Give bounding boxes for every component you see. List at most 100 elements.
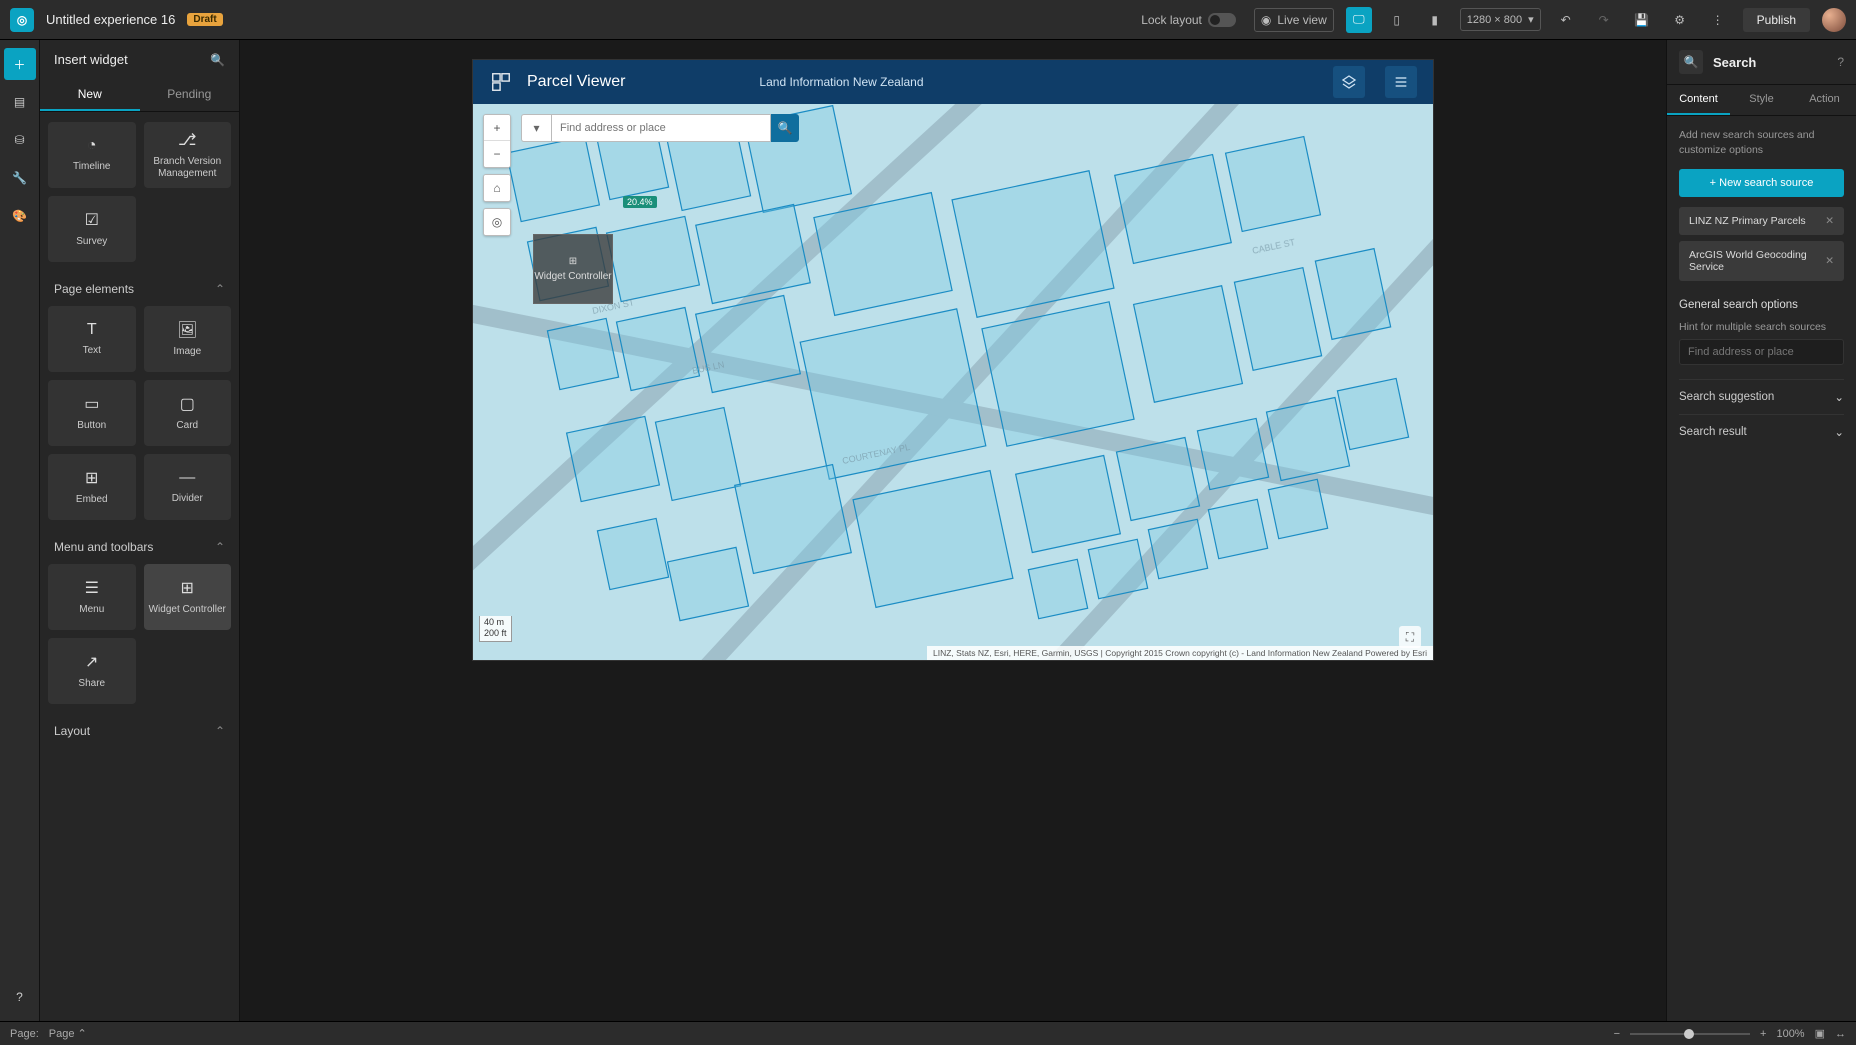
locate-button[interactable]: ◎ [484, 209, 510, 235]
utilities-rail-button[interactable]: 🔧 [4, 162, 36, 194]
widget-survey[interactable]: ☑ Survey [48, 196, 136, 262]
share-icon: ↗ [85, 652, 98, 672]
app-logo-icon[interactable]: ◎ [10, 8, 34, 32]
widget-text[interactable]: TText [48, 306, 136, 372]
live-view-label: Live view [1277, 13, 1326, 27]
section-menu-toolbars[interactable]: Menu and toolbars ⌃ [48, 534, 231, 564]
live-view-button[interactable]: ◉ Live view [1254, 8, 1334, 32]
widget-share[interactable]: ↗ Share [48, 638, 136, 704]
search-result-accordion[interactable]: Search result ⌄ [1679, 414, 1844, 449]
canvas-area[interactable]: Parcel Viewer Land Information New Zeala… [240, 40, 1666, 1021]
chevron-up-icon: ⌃ [215, 282, 225, 296]
search-submit-button[interactable]: 🔍 [771, 114, 799, 142]
undo-button[interactable]: ↶ [1553, 7, 1579, 33]
eye-icon: ◉ [1261, 13, 1271, 27]
user-avatar[interactable] [1822, 8, 1846, 32]
help-rail-button[interactable]: ? [4, 981, 36, 1013]
fullscreen-button[interactable]: ⛶ [1399, 626, 1421, 648]
app-subtitle: Land Information New Zealand [759, 75, 923, 89]
widget-widget-controller[interactable]: ⊞Widget Controller [144, 564, 232, 630]
widget-button[interactable]: ▭Button [48, 380, 136, 446]
widget-divider[interactable]: —Divider [144, 454, 232, 520]
lock-layout-toggle[interactable]: Lock layout [1135, 9, 1242, 31]
top-bar: ◎ Untitled experience 16 Draft Lock layo… [0, 0, 1856, 40]
scale-imperial: 200 ft [484, 628, 507, 640]
chevron-up-icon: ⌃ [215, 724, 225, 738]
insert-widget-rail-button[interactable]: ＋ [4, 48, 36, 80]
toggle-icon[interactable] [1208, 13, 1236, 27]
dragging-widget-preview[interactable]: ⊞ Widget Controller [533, 234, 613, 304]
zoom-out-icon[interactable]: − [1614, 1028, 1620, 1040]
widget-label: Button [77, 420, 106, 432]
map-search-input[interactable] [551, 114, 771, 142]
search-icon[interactable]: 🔍 [210, 53, 225, 67]
settings-icon[interactable]: ⚙ [1667, 7, 1693, 33]
tab-pending[interactable]: Pending [140, 79, 240, 111]
text-icon: T [87, 321, 97, 339]
widget-image[interactable]: 🖼Image [144, 306, 232, 372]
add-search-source-button[interactable]: New search source [1679, 169, 1844, 197]
section-layout[interactable]: Layout ⌃ [48, 718, 231, 748]
search-widget-icon: 🔍 [1679, 50, 1703, 74]
source-label: LINZ NZ Primary Parcels [1689, 215, 1806, 227]
zoom-slider[interactable] [1630, 1033, 1750, 1035]
publish-button[interactable]: Publish [1743, 8, 1810, 32]
timeline-icon: ◔ [87, 137, 97, 155]
zoom-in-icon[interactable]: + [1760, 1028, 1766, 1040]
page-indicator-label: Page: [10, 1028, 39, 1040]
widget-panel-title: Insert widget [54, 52, 128, 67]
hint-label: Hint for multiple search sources [1679, 321, 1844, 333]
menu-icon: ☰ [85, 578, 99, 598]
widget-label: Share [78, 678, 105, 690]
app-header: Parcel Viewer Land Information New Zeala… [473, 60, 1433, 104]
section-page-elements[interactable]: Page elements ⌃ [48, 276, 231, 306]
search-source-item[interactable]: ArcGIS World Geocoding Service ✕ [1679, 241, 1844, 281]
chevron-up-icon: ⌃ [215, 540, 225, 554]
search-source-item[interactable]: LINZ NZ Primary Parcels ✕ [1679, 207, 1844, 235]
remove-source-button[interactable]: ✕ [1825, 215, 1834, 227]
tab-style[interactable]: Style [1730, 85, 1793, 115]
app-canvas[interactable]: Parcel Viewer Land Information New Zeala… [473, 60, 1433, 660]
remove-source-button[interactable]: ✕ [1825, 255, 1834, 267]
theme-rail-button[interactable]: 🎨 [4, 200, 36, 232]
tab-content[interactable]: Content [1667, 85, 1730, 115]
fit-width-button[interactable]: ↔ [1835, 1028, 1846, 1040]
hint-input[interactable] [1679, 339, 1844, 365]
widget-menu[interactable]: ☰Menu [48, 564, 136, 630]
app-title: Parcel Viewer [527, 73, 625, 91]
more-menu-button[interactable]: ⋮ [1705, 7, 1731, 33]
section-label: Menu and toolbars [54, 540, 153, 554]
save-button[interactable]: 💾 [1629, 7, 1655, 33]
list-button[interactable] [1385, 66, 1417, 98]
tablet-view-button[interactable]: ▯ [1384, 7, 1410, 33]
map-attribution: LINZ, Stats NZ, Esri, HERE, Garmin, USGS… [927, 646, 1433, 660]
redo-button[interactable]: ↷ [1591, 7, 1617, 33]
fit-screen-button[interactable]: ▣ [1815, 1027, 1825, 1040]
layers-button[interactable] [1333, 66, 1365, 98]
experience-title[interactable]: Untitled experience 16 [46, 12, 175, 27]
data-rail-button[interactable]: ⛁ [4, 124, 36, 156]
widget-label: Image [173, 346, 201, 358]
controller-icon: ⊞ [181, 578, 194, 598]
mobile-view-button[interactable]: ▮ [1422, 7, 1448, 33]
map-search-bar: ▾ 🔍 [521, 114, 799, 142]
widget-card[interactable]: ▢Card [144, 380, 232, 446]
search-source-dropdown[interactable]: ▾ [521, 114, 551, 142]
search-suggestion-accordion[interactable]: Search suggestion ⌄ [1679, 379, 1844, 414]
tab-action[interactable]: Action [1793, 85, 1856, 115]
map-widget[interactable]: COURTENAY PL BUS LN DIXON ST CABLE ST + … [473, 104, 1433, 660]
page-rail-button[interactable]: ▤ [4, 86, 36, 118]
zoom-value: 100% [1776, 1028, 1804, 1040]
widget-timeline[interactable]: ◔ Timeline [48, 122, 136, 188]
zoom-in-button[interactable]: + [484, 115, 510, 141]
tab-new[interactable]: New [40, 79, 140, 111]
canvas-size-dropdown[interactable]: 1280 × 800 ▾ [1460, 8, 1541, 31]
home-button[interactable]: ⌂ [484, 175, 510, 201]
widget-embed[interactable]: ⊞Embed [48, 454, 136, 520]
help-icon[interactable]: ? [1837, 55, 1844, 69]
page-selector[interactable]: Page ⌃ [49, 1027, 87, 1040]
chevron-down-icon: ⌄ [1834, 390, 1844, 404]
zoom-out-button[interactable]: − [484, 141, 510, 167]
desktop-view-button[interactable]: 🖵 [1346, 7, 1372, 33]
widget-branch-version[interactable]: ⎇ Branch Version Management [144, 122, 232, 188]
